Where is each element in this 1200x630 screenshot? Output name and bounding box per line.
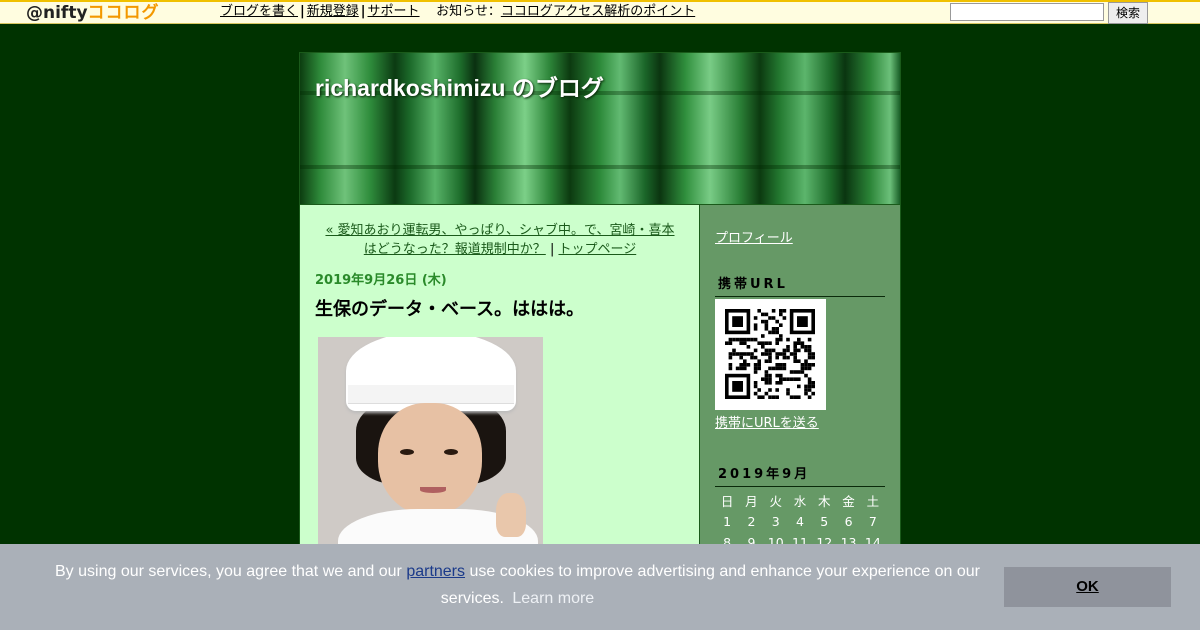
calendar-weekdays: 日 月 火 水 木 金 土: [715, 490, 885, 511]
search-button[interactable]: 検索: [1108, 2, 1148, 24]
face: [378, 403, 482, 515]
weekday: 水: [793, 494, 807, 509]
weekday: 日: [720, 494, 734, 509]
post-title: 生保のデータ・ベース。ははは。: [315, 299, 585, 320]
top-links: ブログを書く | 新規登録 | サポート お知らせ：ココログアクセス解析のポイント: [220, 4, 696, 19]
nav-separator: |: [549, 242, 555, 257]
post-photo[interactable]: [318, 337, 543, 571]
register-link[interactable]: 新規登録: [307, 4, 359, 19]
hand: [496, 493, 526, 537]
write-blog-link[interactable]: ブログを書く: [220, 4, 298, 19]
calendar-day: 2: [747, 514, 756, 529]
logo-brand-text: ココログ: [87, 3, 160, 23]
calendar-week: 1 2 3 4 5 6 7: [715, 511, 885, 532]
send-url-link[interactable]: 携帯にURLを送る: [715, 412, 819, 431]
search-input[interactable]: [950, 3, 1104, 21]
calendar-day: 1: [723, 514, 732, 529]
cookie-message: By using our services, you agree that we…: [55, 563, 980, 607]
weekday: 土: [866, 494, 880, 509]
support-link[interactable]: サポート: [368, 4, 420, 19]
mobile-url-heading: 携帯URL: [715, 273, 885, 297]
weekday: 月: [745, 494, 758, 509]
weekday: 木: [818, 494, 831, 509]
cookie-consent-bar: By using our services, you agree that we…: [0, 544, 1200, 630]
blog-container: richardkoshimizu のブログ « 愛知あおり運転男、やっぱり、シャ…: [299, 52, 901, 572]
profile-link[interactable]: プロフィール: [715, 227, 793, 246]
nifty-top-bar: @niftyココログ ブログを書く | 新規登録 | サポート お知らせ：ココログアクセ…: [0, 0, 1200, 24]
qr-code-icon: [715, 299, 826, 410]
calendar-day: 6: [844, 514, 853, 529]
weekday: 金: [842, 494, 855, 509]
calendar-heading: 2019年9月: [715, 463, 885, 487]
cookie-ok-button[interactable]: OK: [1004, 567, 1171, 607]
notice-label: お知らせ: [436, 4, 488, 19]
calendar-day: 5: [820, 514, 829, 529]
calendar-day: 3: [771, 514, 780, 529]
notice-link[interactable]: ココログアクセス解析のポイント: [501, 4, 695, 19]
calendar-day: 4: [796, 514, 804, 529]
bamboo-banner: richardkoshimizu のブログ: [300, 53, 900, 205]
calendar-day: 7: [868, 514, 877, 529]
learn-more-link[interactable]: Learn more: [512, 590, 594, 607]
sidebar: プロフィール 携帯URL 携帯にURLを送る 2019年9月 日 月 火 水 木…: [700, 205, 900, 571]
post-navigation: « 愛知あおり運転男、やっぱり、シャブ中。で、宮崎・喜本はどうなった？報道規制中…: [320, 221, 680, 259]
weekday: 火: [769, 494, 782, 509]
top-page-link[interactable]: トップページ: [558, 242, 636, 257]
nifty-cocolog-logo[interactable]: @niftyココログ: [26, 3, 160, 23]
partners-link[interactable]: partners: [406, 563, 465, 580]
main-column: « 愛知あおり運転男、やっぱり、シャブ中。で、宮崎・喜本はどうなった？報道規制中…: [300, 205, 700, 571]
blog-title[interactable]: richardkoshimizu のブログ: [315, 69, 604, 103]
logo-at-text: @nifty: [26, 3, 88, 23]
post-date: 2019年9月26日 (木): [315, 273, 447, 288]
